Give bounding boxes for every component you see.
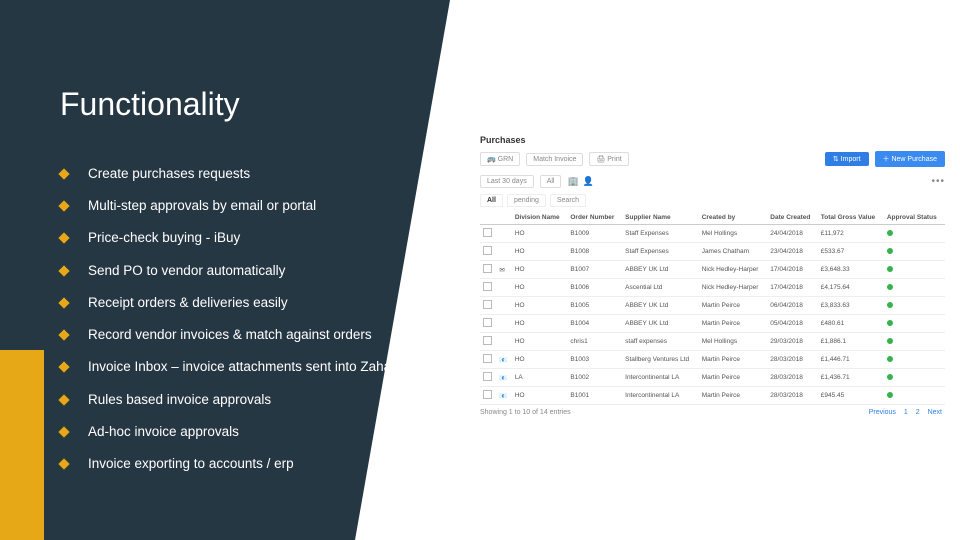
table-row[interactable]: HOB1008Staff ExpensesJames Chatham23/04/…	[480, 243, 945, 261]
plus-icon: ＋	[883, 156, 890, 163]
bullet-item: Record vendor invoices & match against o…	[60, 326, 420, 344]
match-button[interactable]: Match Invoice	[526, 153, 583, 166]
bullet-item: Ad-hoc invoice approvals	[60, 423, 420, 441]
more-icon[interactable]: •••	[931, 176, 945, 187]
bullet-item: Send PO to vendor automatically	[60, 262, 420, 280]
pager-next[interactable]: Next	[928, 409, 942, 416]
gold-accent	[0, 350, 44, 540]
building-icon[interactable]: 🏢	[567, 176, 578, 187]
table-row[interactable]: 📧HOB1001Intercontinental LAMartin Peirce…	[480, 387, 945, 405]
table-row[interactable]: 📧LAB1002Intercontinental LAMartin Peirce…	[480, 369, 945, 387]
col-header[interactable]: Total Gross Value	[818, 211, 884, 225]
col-header[interactable]: Created by	[699, 211, 768, 225]
division-select[interactable]: All	[540, 175, 562, 188]
bullet-text: Ad-hoc invoice approvals	[88, 423, 239, 441]
col-header[interactable]: Approval Status	[884, 211, 945, 225]
pager-showing: Showing 1 to 10 of 14 entries	[480, 409, 571, 416]
bullet-item: Receipt orders & deliveries easily	[60, 294, 420, 312]
bullet-text: Invoice exporting to accounts / erp	[88, 455, 294, 473]
filter-row: Last 30 days All 🏢 👤 •••	[480, 175, 945, 188]
pager-prev[interactable]: Previous	[869, 409, 896, 416]
tab-all[interactable]: All	[480, 194, 503, 207]
print-button[interactable]: 🖨 Print	[589, 152, 628, 166]
col-header[interactable]: Order Number	[567, 211, 622, 225]
table-row[interactable]: ✉HOB1007ABBEY UK LtdNick Hedley-Harper17…	[480, 261, 945, 279]
bullet-text: Record vendor invoices & match against o…	[88, 326, 372, 344]
tab-search[interactable]: Search	[550, 194, 586, 207]
col-header[interactable]: Division Name	[512, 211, 568, 225]
bullet-text: Multi-step approvals by email or portal	[88, 197, 316, 215]
tabs: All pending Search	[480, 194, 945, 207]
grn-button[interactable]: 🚌 GRN	[480, 152, 520, 166]
tab-pending[interactable]: pending	[507, 194, 546, 207]
bullet-item: Invoice exporting to accounts / erp	[60, 455, 420, 473]
new-purchase-button[interactable]: ＋ New Purchase	[875, 151, 945, 167]
bullet-text: Price-check buying - iBuy	[88, 229, 240, 247]
purchases-table: Division NameOrder NumberSupplier NameCr…	[480, 211, 945, 405]
toolbar: 🚌 GRN Match Invoice 🖨 Print ⇅ Import ＋ N…	[480, 151, 945, 167]
bullet-item: Rules based invoice approvals	[60, 391, 420, 409]
col-header[interactable]	[480, 211, 496, 225]
filter-icons: 🏢 👤	[567, 176, 593, 187]
diamond-icon	[58, 265, 69, 276]
table-row[interactable]: HOB1006Ascential LtdNick Hedley-Harper17…	[480, 279, 945, 297]
bullet-text: Rules based invoice approvals	[88, 391, 271, 409]
col-header[interactable]: Supplier Name	[622, 211, 699, 225]
bullet-item: Multi-step approvals by email or portal	[60, 197, 420, 215]
import-button[interactable]: ⇅ Import	[825, 152, 869, 166]
user-icon[interactable]: 👤	[583, 176, 594, 187]
screenshot-heading: Purchases	[480, 135, 945, 145]
table-row[interactable]: HOB1004ABBEY UK LtdMartin Peirce05/04/20…	[480, 315, 945, 333]
app-screenshot: Purchases 🚌 GRN Match Invoice 🖨 Print ⇅ …	[480, 135, 945, 416]
date-range-select[interactable]: Last 30 days	[480, 175, 534, 188]
col-header[interactable]: Date Created	[767, 211, 817, 225]
diamond-icon	[58, 362, 69, 373]
bullet-text: Receipt orders & deliveries easily	[88, 294, 288, 312]
diamond-icon	[58, 394, 69, 405]
pager-page-1[interactable]: 1	[904, 409, 908, 416]
table-row[interactable]: HOB1005ABBEY UK LtdMartin Peirce06/04/20…	[480, 297, 945, 315]
table-row[interactable]: 📧HOB1003Stallberg Ventures LtdMartin Pei…	[480, 351, 945, 369]
import-icon: ⇅	[833, 156, 839, 163]
slide-title: Functionality	[60, 86, 240, 123]
slide: Functionality Create purchases requests M…	[0, 0, 960, 540]
pager: Showing 1 to 10 of 14 entries Previous 1…	[480, 409, 945, 416]
diamond-icon	[58, 329, 69, 340]
table-row[interactable]: HOchris1staff expensesMel Hollings29/03/…	[480, 333, 945, 351]
bullet-list: Create purchases requests Multi-step appr…	[60, 165, 420, 487]
pager-page-2[interactable]: 2	[916, 409, 920, 416]
bullet-text: Invoice Inbox – invoice attachments sent…	[88, 358, 403, 376]
print-icon: 🖨	[596, 156, 605, 163]
col-header[interactable]	[496, 211, 511, 225]
diamond-icon	[58, 168, 69, 179]
grn-icon: 🚌	[487, 156, 496, 163]
diamond-icon	[58, 201, 69, 212]
diamond-icon	[58, 297, 69, 308]
table-row[interactable]: HOB1009Staff ExpensesMel Hollings24/04/2…	[480, 225, 945, 243]
diamond-icon	[58, 458, 69, 469]
bullet-item: Price-check buying - iBuy	[60, 229, 420, 247]
bullet-text: Send PO to vendor automatically	[88, 262, 285, 280]
bullet-text: Create purchases requests	[88, 165, 250, 183]
bullet-item: Invoice Inbox – invoice attachments sent…	[60, 358, 420, 376]
diamond-icon	[58, 233, 69, 244]
bullet-item: Create purchases requests	[60, 165, 420, 183]
diamond-icon	[58, 426, 69, 437]
